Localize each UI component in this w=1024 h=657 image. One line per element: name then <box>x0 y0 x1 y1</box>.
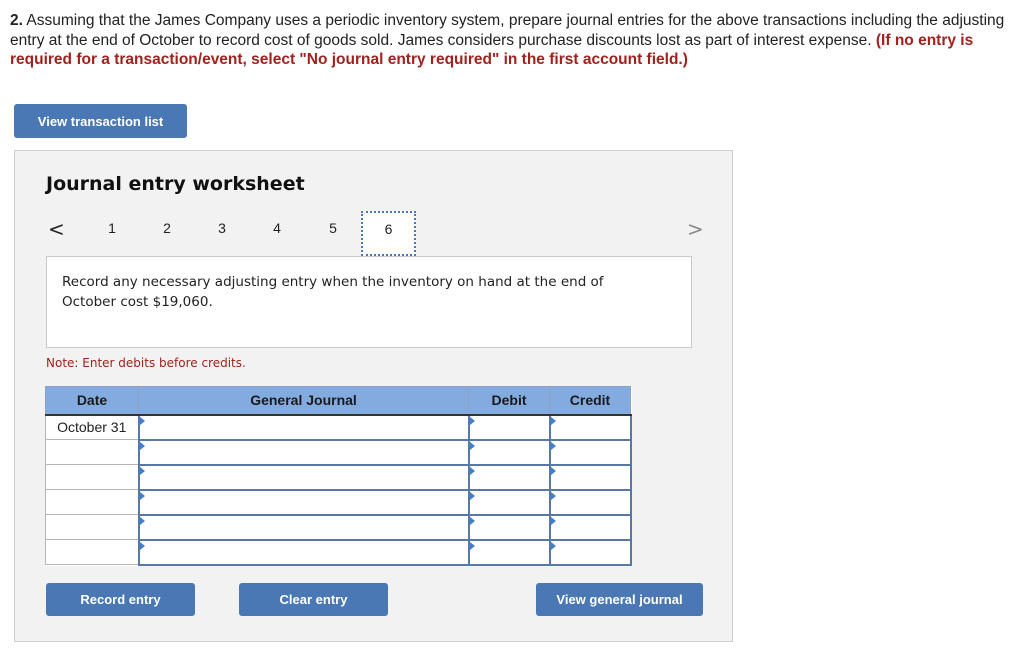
account-input[interactable] <box>139 466 468 488</box>
page-tab-3[interactable]: 3 <box>212 220 232 236</box>
debit-input[interactable] <box>469 466 549 488</box>
account-input[interactable] <box>139 491 468 513</box>
record-entry-button[interactable]: Record entry <box>46 583 195 616</box>
date-cell <box>45 464 139 490</box>
header-general-journal: General Journal <box>138 386 469 416</box>
debit-cell[interactable] <box>467 463 551 491</box>
credit-input[interactable] <box>550 416 630 438</box>
page-tab-6-active[interactable]: 6 <box>361 211 416 256</box>
debit-cell[interactable] <box>467 488 551 516</box>
question-body: Assuming that the James Company uses a p… <box>10 12 1005 49</box>
debit-cell[interactable] <box>467 438 551 466</box>
credit-cell[interactable] <box>548 413 632 441</box>
debit-cell[interactable] <box>467 513 551 541</box>
credit-cell[interactable] <box>548 538 632 566</box>
view-transaction-list-button[interactable]: View transaction list <box>14 104 187 138</box>
journal-row <box>45 438 632 466</box>
credit-input[interactable] <box>550 491 630 513</box>
account-input[interactable] <box>139 416 468 438</box>
account-cell[interactable] <box>137 463 470 491</box>
date-cell: October 31 <box>45 414 139 440</box>
account-input[interactable] <box>139 516 468 538</box>
chevron-left-icon[interactable]: < <box>48 217 65 241</box>
credit-cell[interactable] <box>548 488 632 516</box>
header-credit: Credit <box>549 386 631 416</box>
debit-cell[interactable] <box>467 413 551 441</box>
journal-header-row: Date General Journal Debit Credit <box>45 386 631 416</box>
date-cell <box>45 439 139 465</box>
date-cell <box>45 514 139 540</box>
account-cell[interactable] <box>137 438 470 466</box>
question-text: 2. Assuming that the James Company uses … <box>10 11 1015 70</box>
page-tab-5[interactable]: 5 <box>323 220 343 236</box>
account-input[interactable] <box>139 541 468 563</box>
entry-prompt-text: Record any necessary adjusting entry whe… <box>62 274 604 310</box>
credit-input[interactable] <box>550 516 630 538</box>
account-cell[interactable] <box>137 488 470 516</box>
credit-cell[interactable] <box>548 438 632 466</box>
worksheet-title: Journal entry worksheet <box>46 173 305 195</box>
credit-input[interactable] <box>550 466 630 488</box>
journal-row <box>45 488 632 516</box>
journal-entry-worksheet: Journal entry worksheet < 1 2 3 4 5 6 > … <box>14 150 733 642</box>
page-tab-2[interactable]: 2 <box>157 220 177 236</box>
journal-table: Date General Journal Debit Credit Octobe… <box>45 386 632 566</box>
journal-row <box>45 513 632 541</box>
credit-input[interactable] <box>550 441 630 463</box>
chevron-right-icon[interactable]: > <box>687 217 704 241</box>
header-date: Date <box>45 386 139 416</box>
debit-input[interactable] <box>469 491 549 513</box>
debit-input[interactable] <box>469 516 549 538</box>
page-tab-1[interactable]: 1 <box>102 220 122 236</box>
question-number: 2. <box>10 12 23 29</box>
clear-entry-button[interactable]: Clear entry <box>239 583 388 616</box>
debit-cell[interactable] <box>467 538 551 566</box>
debit-input[interactable] <box>469 541 549 563</box>
view-general-journal-button[interactable]: View general journal <box>536 583 703 616</box>
entry-prompt-box: Record any necessary adjusting entry whe… <box>46 256 692 348</box>
date-cell <box>45 489 139 515</box>
account-input[interactable] <box>139 441 468 463</box>
account-cell[interactable] <box>137 538 470 566</box>
journal-row <box>45 538 632 566</box>
credit-cell[interactable] <box>548 463 632 491</box>
date-cell <box>45 539 139 565</box>
page-tab-4[interactable]: 4 <box>267 220 287 236</box>
journal-row <box>45 463 632 491</box>
debit-input[interactable] <box>469 416 549 438</box>
account-cell[interactable] <box>137 413 470 441</box>
account-cell[interactable] <box>137 513 470 541</box>
debit-input[interactable] <box>469 441 549 463</box>
journal-row: October 31 <box>45 413 632 441</box>
debits-note: Note: Enter debits before credits. <box>46 356 246 370</box>
credit-cell[interactable] <box>548 513 632 541</box>
header-debit: Debit <box>468 386 550 416</box>
credit-input[interactable] <box>550 541 630 563</box>
